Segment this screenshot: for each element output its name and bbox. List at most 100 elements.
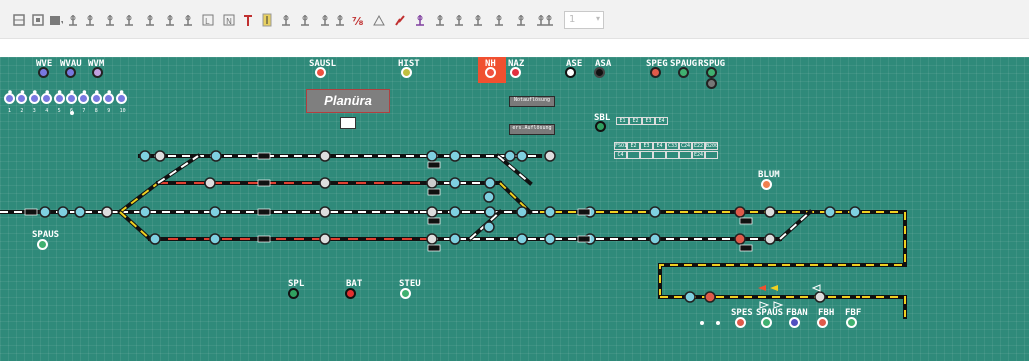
tool-tune-c-icon[interactable] — [492, 12, 506, 28]
signal-wvm-icon[interactable] — [92, 67, 103, 78]
tool-track-e-icon[interactable] — [181, 12, 195, 28]
signal-rspug-aux-icon[interactable] — [706, 78, 717, 89]
signal-bottom-fbh-icon[interactable] — [817, 317, 828, 328]
track-signal-icon[interactable] — [154, 150, 166, 162]
tool-grid-icon[interactable] — [31, 12, 45, 28]
track-signal-icon[interactable] — [319, 150, 331, 162]
track-signal-icon[interactable] — [210, 150, 222, 162]
track-signal-icon[interactable] — [149, 233, 161, 245]
track-signal-icon[interactable] — [483, 221, 495, 233]
tool-flash-icon[interactable] — [393, 12, 407, 28]
track-signal-icon[interactable] — [139, 206, 151, 218]
tool-save-icon[interactable]: ▾ — [49, 12, 63, 28]
tool-dropdown-icon[interactable] — [413, 12, 427, 28]
tool-tune-f-icon[interactable] — [542, 12, 556, 28]
tool-track-d-icon[interactable] — [163, 12, 177, 28]
tool-tune-a-icon[interactable] — [452, 12, 466, 28]
toolbar-combo[interactable]: 1 ▾ — [564, 11, 604, 29]
track-signal-icon[interactable] — [426, 150, 438, 162]
track-signal-icon[interactable] — [764, 233, 776, 245]
track-signal-icon[interactable] — [139, 150, 151, 162]
planura-button[interactable] — [340, 117, 356, 129]
signal-sbl-icon[interactable] — [595, 121, 606, 132]
tool-track-a-icon[interactable] — [103, 12, 117, 28]
signal-blum-icon[interactable] — [761, 179, 772, 190]
ers-auf-button[interactable]: ers.Auflösung — [509, 124, 555, 135]
tool-signal-t-icon[interactable] — [241, 12, 255, 28]
track-signal-icon[interactable] — [319, 233, 331, 245]
track-signal-icon[interactable] — [516, 233, 528, 245]
signal-rspug-icon[interactable] — [706, 67, 717, 78]
track-signal-icon[interactable] — [649, 206, 661, 218]
track-signal-icon[interactable] — [319, 206, 331, 218]
numbered-signal-icon[interactable] — [28, 93, 40, 104]
track-signal-icon[interactable] — [209, 233, 221, 245]
tool-signal-icon[interactable] — [83, 12, 97, 28]
signal-bottom-fbf-icon[interactable] — [846, 317, 857, 328]
track-signal-icon[interactable] — [544, 233, 556, 245]
track-signal-icon[interactable] — [764, 206, 776, 218]
signal-wvau-icon[interactable] — [65, 67, 76, 78]
signal-sausl-icon[interactable] — [315, 67, 326, 78]
track-signal-icon[interactable] — [449, 206, 461, 218]
tool-crossing-icon[interactable] — [318, 12, 332, 28]
signal-asa-icon[interactable] — [594, 67, 605, 78]
track-signal-icon[interactable] — [484, 177, 496, 189]
track-signal-icon[interactable] — [319, 177, 331, 189]
tool-tune-d-icon[interactable] — [514, 12, 528, 28]
tool-tune-b-icon[interactable] — [471, 12, 485, 28]
tool-track-c-icon[interactable] — [143, 12, 157, 28]
notauf-button[interactable]: Notauflösung — [509, 96, 555, 107]
track-signal-icon[interactable] — [504, 150, 516, 162]
track-signal-icon[interactable] — [426, 233, 438, 245]
tool-signal-arm-icon[interactable] — [279, 12, 293, 28]
numbered-signal-icon[interactable] — [53, 93, 65, 104]
track-signal-icon[interactable] — [204, 177, 216, 189]
tool-switch-icon[interactable]: ⅞ — [352, 12, 366, 28]
track-signal-icon[interactable] — [849, 206, 861, 218]
track-signal-icon[interactable] — [426, 206, 438, 218]
signal-nh-icon[interactable] — [485, 67, 496, 78]
track-signal-icon[interactable] — [449, 150, 461, 162]
track-signal-icon[interactable] — [39, 206, 51, 218]
signal-ase-icon[interactable] — [565, 67, 576, 78]
track-signal-icon[interactable] — [483, 191, 495, 203]
track-signal-icon[interactable] — [544, 206, 556, 218]
signal-spaus-icon[interactable] — [37, 239, 48, 250]
signal-spaug-icon[interactable] — [678, 67, 689, 78]
signal-bottom-spes-icon[interactable] — [735, 317, 746, 328]
tool-block-icon[interactable] — [333, 12, 347, 28]
signal-bottom-spl-icon[interactable] — [288, 288, 299, 299]
tool-delete-icon[interactable] — [433, 12, 447, 28]
signal-bottom-fban-icon[interactable] — [789, 317, 800, 328]
track-signal-icon[interactable] — [649, 233, 661, 245]
tool-list-icon[interactable] — [66, 12, 80, 28]
tool-select-icon[interactable] — [12, 12, 26, 28]
signal-naz-icon[interactable] — [510, 67, 521, 78]
numbered-signal-icon[interactable] — [66, 93, 77, 104]
track-signal-icon[interactable] — [74, 206, 86, 218]
tool-bridge-icon[interactable] — [372, 12, 386, 28]
signal-bottom-bat-icon[interactable] — [345, 288, 356, 299]
track-signal-icon[interactable] — [101, 206, 113, 218]
track-signal-icon[interactable] — [516, 206, 528, 218]
track-signal-icon[interactable] — [57, 206, 69, 218]
tool-balise-icon[interactable] — [298, 12, 312, 28]
track-signal-icon[interactable] — [704, 291, 716, 303]
track-signal-icon[interactable] — [449, 177, 461, 189]
tool-label-l-icon[interactable]: L — [201, 12, 215, 28]
track-signal-icon[interactable] — [734, 206, 746, 218]
track-signal-icon[interactable] — [824, 206, 836, 218]
track-signal-icon[interactable] — [209, 206, 221, 218]
signal-bottom-spaus-icon[interactable] — [761, 317, 772, 328]
track-signal-icon[interactable] — [449, 233, 461, 245]
track-signal-icon[interactable] — [734, 233, 746, 245]
track-signal-icon[interactable] — [684, 291, 696, 303]
numbered-signal-icon[interactable] — [4, 93, 15, 104]
track-signal-icon[interactable] — [814, 291, 826, 303]
tool-track-b-icon[interactable] — [122, 12, 136, 28]
tool-label-n-icon[interactable]: N — [222, 12, 236, 28]
signal-wve-icon[interactable] — [38, 67, 49, 78]
track-signal-icon[interactable] — [544, 150, 556, 162]
numbered-signal-icon[interactable] — [115, 93, 127, 104]
